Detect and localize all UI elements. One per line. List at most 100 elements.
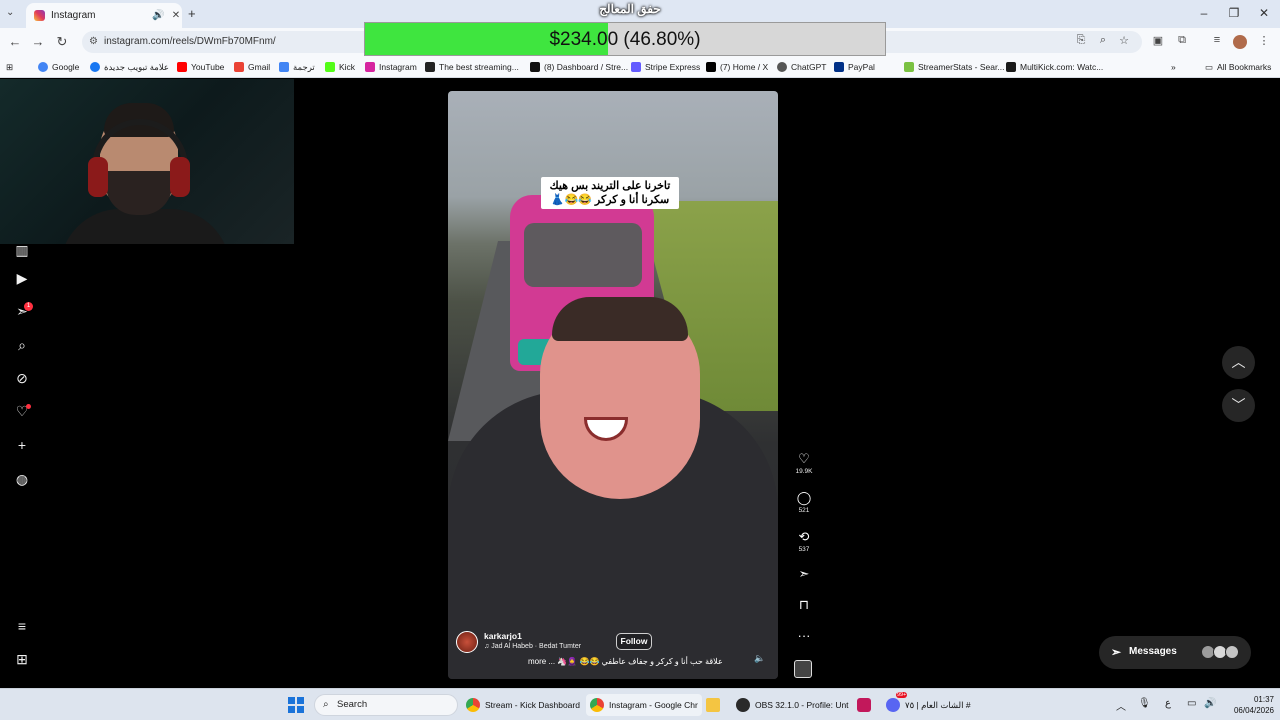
share-button[interactable]: ➣ bbox=[794, 566, 814, 582]
bookmark-streaming[interactable]: The best streaming... bbox=[425, 60, 519, 74]
previous-reel-button[interactable]: ︿ bbox=[1222, 346, 1255, 379]
audio-page-thumbnail[interactable] bbox=[794, 660, 812, 678]
extension-icon[interactable]: ▣ bbox=[1150, 34, 1166, 47]
bookmark-chatgpt[interactable]: ChatGPT bbox=[777, 60, 826, 74]
donation-goal-bar: $234.00 (46.80%) bbox=[364, 22, 886, 56]
comment-button[interactable]: ◯ 521 bbox=[794, 490, 814, 514]
taskbar-app-kick-dashboard[interactable]: Stream - Kick Dashboard bbox=[466, 694, 580, 716]
reel-audio-track[interactable]: ♫ Jad Al Habeb · Bedat Tumter bbox=[484, 643, 581, 650]
reload-button[interactable]: ↻ bbox=[53, 33, 71, 51]
reel-video[interactable]: تاخرنا على التريند بس هيك سكرنا أنا و كر… bbox=[448, 91, 778, 679]
volume-icon[interactable]: 🔊 bbox=[1204, 698, 1216, 709]
bookmark-icon: ⊓ bbox=[798, 597, 810, 612]
tab-title: Instagram bbox=[51, 10, 96, 21]
donation-amount: $234.00 (46.80%) bbox=[549, 29, 701, 50]
bookmark-instagram[interactable]: Instagram bbox=[365, 60, 417, 74]
zoom-icon[interactable]: ⌕ bbox=[1095, 34, 1111, 47]
taskbar-app-affinity[interactable] bbox=[857, 694, 871, 716]
back-button[interactable]: ← bbox=[6, 33, 24, 51]
taskbar-app-instagram-chrome[interactable]: Instagram - Google Chr bbox=[586, 694, 702, 716]
instagram-favicon-icon bbox=[34, 10, 45, 21]
create-plus-icon[interactable]: + bbox=[12, 435, 32, 455]
save-button[interactable]: ⊓ bbox=[794, 597, 814, 613]
bookmark-dashboard[interactable]: (8) Dashboard / Stre... bbox=[530, 60, 628, 74]
explore-compass-icon[interactable]: ⊘ bbox=[12, 368, 32, 388]
taskbar-search[interactable]: ⌕ Search bbox=[314, 694, 458, 716]
forward-button[interactable]: → bbox=[29, 33, 47, 51]
mute-toggle-icon[interactable]: 🔈 bbox=[754, 653, 765, 664]
bookmark-stripe[interactable]: Stripe Express bbox=[631, 60, 700, 74]
minimize-button[interactable]: – bbox=[1192, 6, 1216, 20]
more-options-button[interactable]: ··· bbox=[794, 628, 814, 644]
messages-button[interactable]: ➣ Messages bbox=[1099, 636, 1251, 669]
messages-label: Messages bbox=[1129, 646, 1177, 657]
creator-username[interactable]: karkarjo1 bbox=[484, 631, 522, 641]
donation-goal-title: حفق المعالج bbox=[599, 2, 661, 16]
bookmark-kick[interactable]: Kick bbox=[325, 60, 355, 74]
next-reel-button[interactable]: ﹀ bbox=[1222, 389, 1255, 422]
grid-icon[interactable]: ▥ bbox=[12, 240, 32, 260]
bookmark-gmail[interactable]: Gmail bbox=[234, 60, 270, 74]
also-from-meta-icon[interactable]: ⊞ bbox=[12, 649, 32, 669]
clock-time: 01:37 bbox=[1253, 695, 1274, 704]
message-avatar bbox=[1225, 645, 1239, 659]
folder-icon bbox=[706, 698, 720, 712]
taskbar-file-explorer[interactable] bbox=[706, 694, 720, 716]
bookmark-paypal[interactable]: PayPal bbox=[834, 60, 875, 74]
comment-bubble-icon: ◯ bbox=[796, 490, 812, 505]
send-icon: ➣ bbox=[798, 566, 810, 581]
new-tab-button[interactable]: + bbox=[188, 6, 196, 21]
tab-audio-icon[interactable]: 🔊 bbox=[152, 10, 164, 21]
chrome-icon bbox=[466, 698, 480, 712]
tab-instagram[interactable]: Instagram 🔊 ✕ bbox=[26, 3, 182, 28]
bookmark-star-icon[interactable]: ☆ bbox=[1116, 34, 1132, 47]
apps-grid-icon[interactable]: ⊞ bbox=[6, 60, 13, 74]
bookmark-streamerstats[interactable]: StreamerStats - Sear... bbox=[904, 60, 1004, 74]
bookmark-youtube[interactable]: YouTube bbox=[177, 60, 224, 74]
install-app-icon[interactable]: ⎘ bbox=[1073, 34, 1089, 47]
repost-button[interactable]: ⟲ 537 bbox=[794, 529, 814, 553]
bookmark-multikick[interactable]: MultiKick.com: Watc... bbox=[1006, 60, 1103, 74]
webcam-overlay bbox=[0, 79, 294, 244]
tab-close-icon[interactable]: ✕ bbox=[170, 10, 182, 21]
bookmark-google[interactable]: Google bbox=[38, 60, 79, 74]
app-a-icon bbox=[857, 698, 871, 712]
network-icon[interactable]: ▭ bbox=[1187, 698, 1196, 709]
menu-kebab-icon[interactable]: ⋮ bbox=[1256, 34, 1272, 47]
bookmark-translate[interactable]: ترجمة bbox=[279, 60, 315, 74]
heart-dot-badge bbox=[26, 404, 31, 409]
all-bookmarks-folder[interactable]: ▭ All Bookmarks bbox=[1205, 60, 1271, 74]
reading-list-icon[interactable]: ≡ bbox=[1209, 34, 1225, 46]
taskbar-app-obs[interactable]: OBS 32.1.0 - Profile: Unt bbox=[736, 694, 849, 716]
reel-description[interactable]: علاقة حب أنا و كركر و جفاف عاطفي 😂😂 🧕🦄 .… bbox=[528, 657, 732, 666]
heart-icon: ♡ bbox=[798, 451, 810, 466]
profile-avatar-icon[interactable]: ◍ bbox=[12, 469, 32, 489]
search-icon[interactable]: ⌕ bbox=[12, 335, 32, 355]
search-icon: ⌕ bbox=[323, 699, 329, 710]
like-button[interactable]: ♡ 19.9K bbox=[794, 451, 814, 475]
bookmarks-overflow-icon[interactable]: » bbox=[1171, 60, 1176, 74]
start-windows-icon[interactable] bbox=[288, 697, 304, 713]
reel-footer: karkarjo1 ♫ Jad Al Habeb · Bedat Tumter … bbox=[448, 625, 778, 679]
input-language[interactable]: ع bbox=[1165, 698, 1171, 709]
system-clock[interactable]: 01:37 06/04/2026 bbox=[1224, 694, 1274, 716]
reels-icon[interactable]: ▶ bbox=[12, 268, 32, 288]
more-menu-icon[interactable]: ≡ bbox=[12, 616, 32, 636]
obs-icon bbox=[736, 698, 750, 712]
extensions-puzzle-icon[interactable]: ⧉ bbox=[1174, 34, 1190, 47]
tab-search-icon[interactable]: ⌄ bbox=[6, 7, 14, 18]
bookmark-x[interactable]: (7) Home / X bbox=[706, 60, 768, 74]
discord-icon bbox=[886, 698, 900, 712]
more-dots-icon: ··· bbox=[797, 628, 811, 643]
notification-badge: 1 bbox=[24, 302, 33, 311]
profile-avatar[interactable] bbox=[1233, 35, 1247, 49]
maximize-button[interactable]: ❐ bbox=[1222, 6, 1246, 20]
site-info-icon[interactable]: ⚙ bbox=[89, 31, 98, 53]
creator-avatar[interactable] bbox=[456, 631, 478, 653]
follow-button[interactable]: Follow bbox=[616, 633, 652, 650]
bookmark-new-tab[interactable]: علامة تبويب جديدة bbox=[90, 60, 169, 74]
tray-overflow-icon[interactable]: ︿ bbox=[1116, 698, 1126, 713]
close-window-button[interactable]: ✕ bbox=[1252, 6, 1276, 20]
bookmarks-bar: ⊞ Google علامة تبويب جديدة YouTube Gmail… bbox=[0, 56, 1280, 78]
microphone-icon[interactable]: 🎙 bbox=[1138, 698, 1151, 709]
